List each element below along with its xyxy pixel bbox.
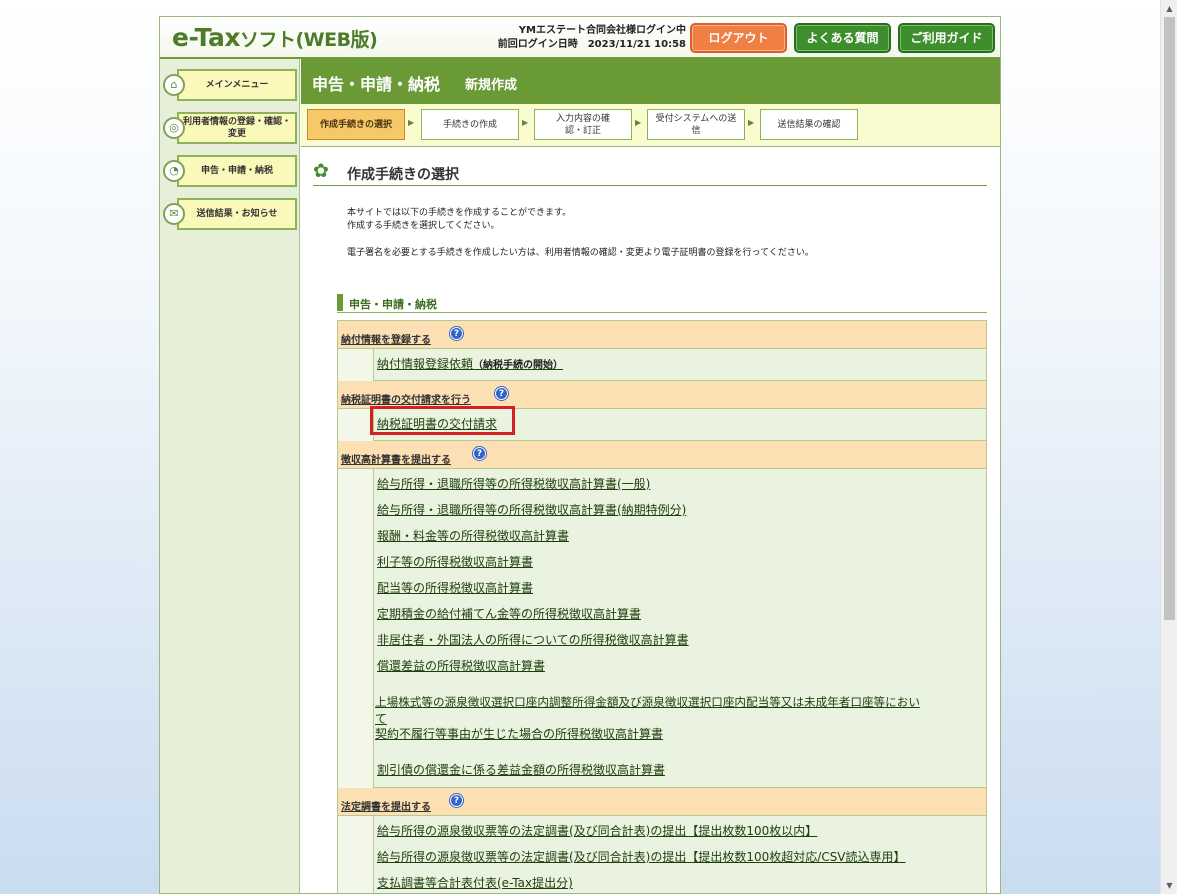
sidebar-item-filing[interactable]: 申告・申請・納税 ◔: [163, 155, 297, 187]
step-select: 作成手続きの選択: [307, 109, 405, 140]
section-title: 作成手続きの選択: [347, 167, 459, 183]
step-arrow-icon: ▶: [408, 118, 415, 127]
sidebar-item-main-menu[interactable]: メインメニュー ⌂: [163, 69, 297, 101]
step-indicator: 作成手続きの選択 ▶ 手続きの作成 ▶ 入力内容の確認・訂正 ▶ 受付システムへ…: [301, 104, 1000, 147]
category-items: 給与所得の源泉徴収票等の法定調書(及び同合計表)の提出【提出枚数100枚以内】 …: [373, 816, 986, 893]
section-header: ✿ 作成手続きの選択: [313, 160, 987, 186]
list-item[interactable]: 償還差益の所得税徴収高計算書: [377, 657, 545, 674]
sidebar-item-label: 送信結果・お知らせ: [177, 198, 297, 230]
faq-button[interactable]: よくある質問: [794, 23, 891, 53]
etax-logo[interactable]: e-Taxソフト(WEB版): [172, 23, 378, 52]
step-arrow-icon: ▶: [748, 118, 755, 127]
list-item[interactable]: 給与所得の源泉徴収票等の法定調書(及び同合計表)の提出【提出枚数100枚超対応/…: [377, 848, 906, 865]
category-row: 徴収高計算書を提出する ?: [338, 441, 986, 469]
main-content: ✿ 作成手続きの選択 本サイトでは以下の手続きを作成することができます。 作成す…: [301, 148, 1000, 893]
page-title: 申告・申請・納税: [312, 75, 441, 94]
step-arrow-icon: ▶: [522, 118, 529, 127]
sidebar-item-user-info[interactable]: 利用者情報の登録・確認・変更 ◎: [163, 112, 297, 144]
category-label[interactable]: 納付情報を登録する: [341, 331, 431, 346]
subsection-marker: [337, 294, 343, 311]
step-create: 手続きの作成: [421, 109, 519, 140]
step-arrow-icon: ▶: [635, 118, 642, 127]
list-item[interactable]: 定期積金の給付補てん金等の所得税徴収高計算書: [377, 605, 641, 622]
category-label[interactable]: 法定調書を提出する: [341, 798, 431, 813]
list-item[interactable]: 給与所得の源泉徴収票等の法定調書(及び同合計表)の提出【提出枚数100枚以内】: [377, 822, 817, 839]
description-line: 本サイトでは以下の手続きを作成することができます。: [347, 208, 572, 218]
description-line: 作成する手続きを選択してください。: [347, 221, 500, 231]
sidebar-item-label: メインメニュー: [177, 69, 297, 101]
sidebar-item-results[interactable]: 送信結果・お知らせ ✉: [163, 198, 297, 230]
description-line: 電子署名を必要とする手続きを作成したい方は、利用者情報の確認・変更より電子証明書…: [347, 248, 814, 258]
category-items: 納付情報登録依頼（納税手続の開始）: [373, 349, 986, 381]
highlight-box: [370, 406, 515, 435]
sidebar-item-label: 利用者情報の登録・確認・変更: [177, 112, 297, 144]
category-label[interactable]: 納税証明書の交付請求を行う: [341, 391, 471, 406]
category-label[interactable]: 徴収高計算書を提出する: [341, 451, 451, 466]
help-icon[interactable]: ?: [495, 387, 508, 400]
scrollbar-thumb[interactable]: [1164, 17, 1175, 620]
list-item[interactable]: 上場株式等の源泉徴収選択口座内調整所得金額及び源泉徴収選択口座内配当等又は未成年…: [375, 694, 920, 710]
login-user: YMエステート合同会社様ログイン中: [518, 25, 686, 36]
list-item[interactable]: 給与所得・退職所得等の所得税徴収高計算書(納期特例分): [377, 501, 686, 518]
app-frame: e-Taxソフト(WEB版) YMエステート合同会社様ログイン中 前回ログイン日…: [159, 16, 1001, 894]
list-item[interactable]: 支払調書等合計表付表(e-Tax提出分): [377, 874, 573, 891]
subsection-header: 申告・申請・納税: [337, 294, 987, 313]
list-item[interactable]: 給与所得・退職所得等の所得税徴収高計算書(一般): [377, 475, 650, 492]
list-item[interactable]: 報酬・料金等の所得税徴収高計算書: [377, 527, 569, 544]
step-confirm: 入力内容の確認・訂正: [534, 109, 632, 140]
category-items: 給与所得・退職所得等の所得税徴収高計算書(一般) 給与所得・退職所得等の所得税徴…: [373, 469, 986, 788]
clover-icon: ✿: [313, 160, 329, 182]
sidebar-item-label: 申告・申請・納税: [177, 155, 297, 187]
settings-icon: ◎: [163, 117, 185, 139]
scroll-down-icon[interactable]: ▼: [1161, 877, 1177, 894]
subsection-title: 申告・申請・納税: [349, 298, 437, 311]
home-icon: ⌂: [163, 74, 185, 96]
list-item[interactable]: 配当等の所得税徴収高計算書: [377, 579, 533, 596]
list-item[interactable]: 非居住者・外国法人の所得についての所得税徴収高計算書: [377, 631, 689, 648]
sidebar: メインメニュー ⌂ 利用者情報の登録・確認・変更 ◎ 申告・申請・納税 ◔ 送信…: [160, 59, 300, 893]
vertical-scrollbar[interactable]: ▲ ▼: [1160, 0, 1177, 894]
step-send: 受付システムへの送信: [647, 109, 745, 140]
mail-icon: ✉: [163, 203, 185, 225]
help-icon[interactable]: ?: [473, 447, 486, 460]
scroll-up-icon[interactable]: ▲: [1161, 0, 1177, 17]
category-row: 納税証明書の交付請求を行う ?: [338, 381, 986, 409]
header: e-Taxソフト(WEB版) YMエステート合同会社様ログイン中 前回ログイン日…: [160, 17, 1000, 59]
login-info: YMエステート合同会社様ログイン中 前回ログイン日時 2023/11/21 10…: [476, 24, 686, 52]
list-item[interactable]: 利子等の所得税徴収高計算書: [377, 553, 533, 570]
help-icon[interactable]: ?: [450, 327, 463, 340]
category-row: 法定調書を提出する ?: [338, 788, 986, 816]
clock-icon: ◔: [163, 160, 185, 182]
logout-button[interactable]: ログアウト: [690, 23, 787, 53]
category-row: 納付情報を登録する ?: [338, 321, 986, 349]
help-icon[interactable]: ?: [450, 794, 463, 807]
guide-button[interactable]: ご利用ガイド: [898, 23, 995, 53]
last-login: 前回ログイン日時 2023/11/21 10:58: [497, 39, 686, 50]
list-item[interactable]: 割引債の償還金に係る差益金額の所得税徴収高計算書: [377, 761, 665, 778]
title-bar: 申告・申請・納税 新規作成: [301, 59, 1000, 104]
step-result: 送信結果の確認: [760, 109, 858, 140]
list-item[interactable]: 納付情報登録依頼（納税手続の開始）: [377, 355, 563, 372]
page-subtitle: 新規作成: [465, 78, 518, 93]
list-item[interactable]: 契約不履行等事由が生じた場合の所得税徴収高計算書: [375, 725, 663, 742]
